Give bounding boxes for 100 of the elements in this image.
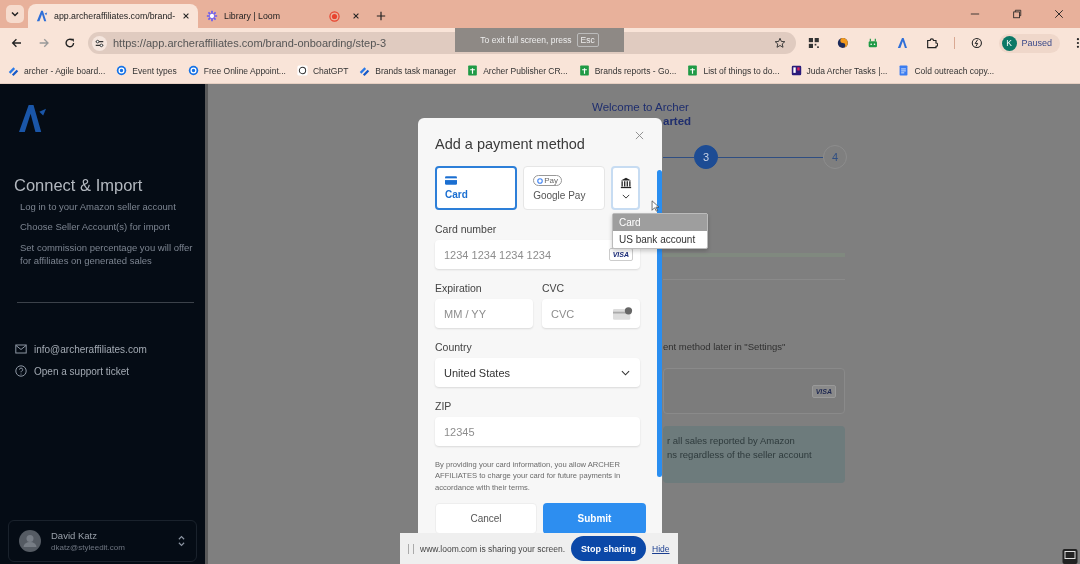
step-text: Choose Seller Account(s) for import: [20, 220, 171, 234]
contact-link[interactable]: info@archeraffiliates.com: [15, 343, 197, 356]
robot-icon[interactable]: [866, 37, 879, 49]
document-icon: [898, 65, 910, 76]
reload-icon[interactable]: [64, 37, 76, 49]
bookmark-title: Event types: [132, 65, 177, 76]
field-label: ZIP: [435, 400, 453, 412]
updown-chevron-icon: [177, 534, 186, 548]
bookmark[interactable]: Brands task manager: [359, 65, 457, 76]
page-title: Welcome to Archer: [592, 101, 690, 113]
field-label: Expiration: [435, 282, 483, 294]
bookmark[interactable]: Archer Publisher CR...: [467, 65, 568, 76]
profile-status: Paused: [1021, 38, 1053, 48]
restore-icon[interactable]: [1012, 9, 1022, 19]
browser-tab[interactable]: app.archeraffiliates.com/brand-: [28, 4, 198, 28]
contact-link[interactable]: Open a support ticket: [15, 365, 197, 378]
bookmark-title: Free Online Appoint...: [203, 65, 286, 76]
drag-handle[interactable]: [408, 543, 414, 554]
logo-icon: [36, 10, 48, 22]
logo-icon[interactable]: [896, 37, 909, 49]
stop-sharing-button[interactable]: Stop sharing: [571, 536, 647, 561]
dialog-title: Add a payment method: [435, 136, 585, 152]
back-icon[interactable]: [11, 37, 23, 49]
user-card[interactable]: David Katz dkatz@styleedit.com: [8, 520, 197, 562]
page-subtitle: arted: [663, 115, 693, 127]
ring-icon: [116, 65, 128, 76]
menu-icon[interactable]: [1076, 37, 1080, 49]
spreadsheet-icon: [578, 65, 590, 76]
expiration-field[interactable]: MM / YY: [435, 299, 533, 328]
logo-icon: [18, 104, 49, 133]
ring-icon: [187, 65, 199, 76]
bookmark[interactable]: Free Online Appoint...: [187, 65, 286, 76]
bookmark-title: Cold outreach copy...: [914, 65, 995, 76]
step-text: Set commission percentage you will offer for affiliates on generated sales: [20, 240, 194, 268]
browser-tab[interactable]: Library | Loom: [198, 4, 368, 28]
hide-link[interactable]: Hide: [652, 543, 670, 554]
payment-method-tab[interactable]: Card: [435, 166, 518, 210]
chevron-down-icon: [621, 194, 630, 199]
bookmark[interactable]: Event types: [116, 65, 177, 76]
tab-list-button[interactable]: [6, 5, 24, 23]
payment-method-tab[interactable]: Pay Google Pay: [523, 166, 606, 210]
monitor-icon[interactable]: [1062, 548, 1078, 564]
bank-icon: [619, 177, 632, 189]
close-icon[interactable]: [182, 12, 190, 20]
country-select[interactable]: United States: [435, 358, 640, 387]
bookmark[interactable]: Juda Archer Tasks |...: [790, 65, 888, 76]
bookmark-star-icon[interactable]: [773, 37, 786, 49]
user-name: David Katz: [51, 530, 98, 541]
zip-field[interactable]: 12345: [435, 417, 640, 446]
qr-code-icon[interactable]: [807, 37, 820, 49]
bookmark[interactable]: List of things to do...: [687, 65, 780, 76]
cvc-field[interactable]: CVC: [542, 299, 640, 328]
url-text: https://app.archeraffiliates.com/brand-onboarding/step-3: [112, 37, 387, 49]
mail-icon: [15, 343, 27, 356]
field-label: Country: [435, 341, 473, 353]
chevron-down-icon: [10, 9, 20, 19]
field-label: Card number: [435, 223, 498, 235]
chevron-down-icon: [621, 369, 630, 376]
extension-icon[interactable]: [837, 37, 849, 49]
bolt-icon[interactable]: [970, 37, 983, 49]
bookmark-title: Juda Archer Tasks |...: [806, 65, 888, 76]
bookmark[interactable]: ChatGPT: [296, 65, 349, 76]
close-icon[interactable]: [1054, 9, 1064, 19]
section-heading: Connect & Import: [14, 176, 144, 195]
profile-button[interactable]: K Paused: [998, 33, 1061, 53]
recording-icon: [329, 10, 340, 22]
bookmark-title: Brands reports - Go...: [594, 65, 677, 76]
cancel-button[interactable]: Cancel: [435, 503, 537, 535]
note-text: ent method later in "Settings": [663, 341, 787, 352]
sharing-text: www.loom.com is sharing your screen.: [420, 543, 566, 554]
step-indicator: 3: [694, 145, 718, 169]
spreadsheet-icon: [467, 65, 479, 76]
key-badge: Esc: [576, 33, 599, 47]
bookmark-title: archer - Agile board...: [24, 65, 106, 76]
step-text: Log in to your Amazon seller account: [20, 200, 177, 214]
field-label: CVC: [542, 282, 566, 294]
bookmark[interactable]: archer - Agile board...: [8, 65, 106, 76]
puzzle-icon[interactable]: [926, 37, 938, 49]
notice-text: To exit full screen, press: [480, 35, 572, 45]
bookmark[interactable]: Brands reports - Go...: [578, 65, 677, 76]
bookmark-title: Archer Publisher CR...: [483, 65, 568, 76]
bookmark-title: List of things to do...: [703, 65, 780, 76]
starburst-icon: [206, 10, 218, 22]
card-icon: [445, 176, 457, 185]
site-settings-icon[interactable]: [91, 35, 107, 51]
spreadsheet-icon: [687, 65, 699, 76]
bookmark-title: ChatGPT: [312, 65, 349, 76]
close-icon[interactable]: [352, 12, 360, 20]
more-methods-button[interactable]: [611, 166, 640, 210]
bookmark-title: Brands task manager: [375, 65, 457, 76]
user-email: dkatz@styleedit.com: [51, 543, 126, 552]
new-tab-icon[interactable]: [376, 11, 386, 21]
bookmark[interactable]: Cold outreach copy...: [898, 65, 995, 76]
board-icon: [790, 65, 802, 76]
tab-title: app.archeraffiliates.com/brand-: [54, 11, 176, 21]
arrows-icon: [8, 65, 19, 76]
profile-avatar: K: [1001, 35, 1017, 51]
avatar-icon: [19, 530, 41, 552]
help-icon: [15, 365, 27, 378]
tab-title: Library | Loom: [224, 11, 282, 21]
